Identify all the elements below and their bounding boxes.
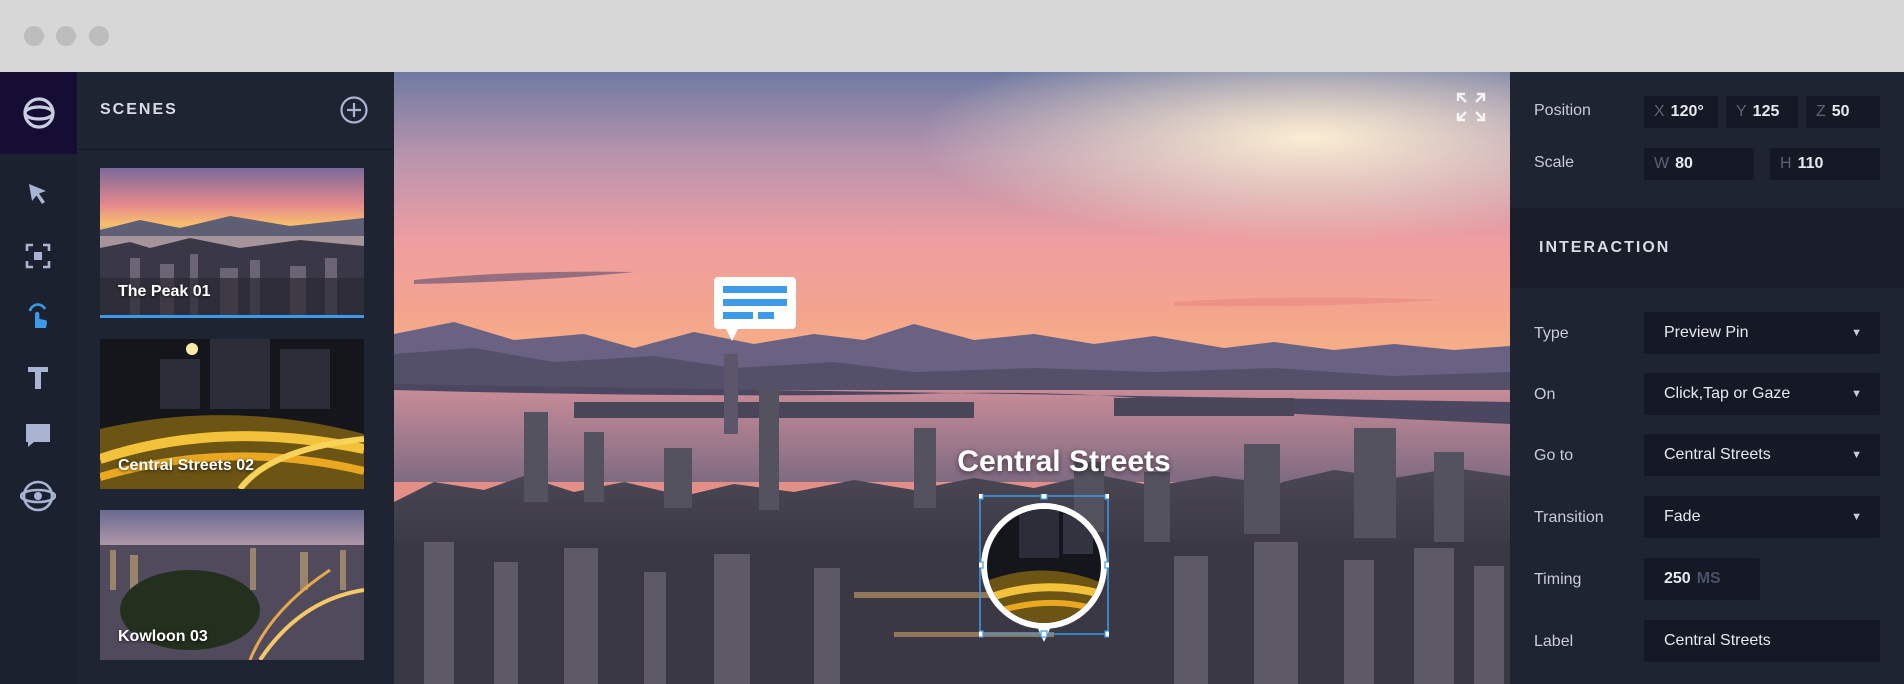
scenes-title: SCENES <box>100 101 178 118</box>
type-select[interactable]: Preview Pin ▼ <box>1644 312 1880 354</box>
window-close-dot[interactable] <box>24 26 44 46</box>
add-scene-icon[interactable] <box>339 95 369 125</box>
position-x-value: 120° <box>1670 103 1704 120</box>
hotspot-label: Central Streets <box>957 445 1171 478</box>
position-z-key: Z <box>1816 103 1826 120</box>
tool-transform[interactable] <box>18 236 58 276</box>
label-input[interactable]: Central Streets <box>1644 620 1880 662</box>
scene-viewport[interactable]: Central Streets <box>394 72 1510 684</box>
title-bar <box>0 0 1904 72</box>
chevron-down-icon: ▼ <box>1851 511 1862 523</box>
on-value: Click,Tap or Gaze <box>1664 385 1791 402</box>
on-label: On <box>1534 386 1556 403</box>
on-select[interactable]: Click,Tap or Gaze ▼ <box>1644 373 1880 415</box>
type-label: Type <box>1534 325 1569 342</box>
pointer-icon <box>29 184 46 204</box>
go-to-select[interactable]: Central Streets ▼ <box>1644 434 1880 476</box>
panorama-image <box>394 72 1510 684</box>
type-value: Preview Pin <box>1664 324 1749 341</box>
app-logo[interactable] <box>0 72 77 154</box>
scale-h-field[interactable]: H 110 <box>1770 148 1880 180</box>
tool-comment[interactable] <box>18 416 58 456</box>
position-x-key: X <box>1654 103 1665 120</box>
position-y-value: 125 <box>1752 103 1780 120</box>
scene-label: Central Streets 02 <box>118 457 255 474</box>
position-x-field[interactable]: X 120° <box>1644 96 1718 128</box>
fullscreen-icon[interactable] <box>1456 92 1486 122</box>
go-to-label: Go to <box>1534 447 1574 464</box>
hotspot-tap-icon <box>28 303 48 328</box>
scale-h-key: H <box>1780 155 1792 172</box>
position-y-key: Y <box>1736 103 1747 120</box>
label-value: Central Streets <box>1664 632 1771 649</box>
scenes-panel: SCENES The Peak 01 Central Streets 02 Ko… <box>77 72 394 684</box>
transform-icon <box>25 243 51 269</box>
text-icon <box>28 367 48 389</box>
timing-unit: MS <box>1696 570 1721 587</box>
label-label: Label <box>1534 633 1574 650</box>
window-zoom-dot[interactable] <box>89 26 109 46</box>
timing-value: 250 <box>1664 570 1691 587</box>
scale-h-value: 110 <box>1797 155 1824 172</box>
chevron-down-icon: ▼ <box>1851 327 1862 339</box>
tool-hotspot[interactable] <box>18 296 58 336</box>
comment-hotspot-icon[interactable] <box>714 277 796 349</box>
scene-thumbnail-the-peak[interactable]: The Peak 01 <box>100 168 364 318</box>
timing-label: Timing <box>1534 571 1582 588</box>
position-y-field[interactable]: Y 125 <box>1726 96 1798 128</box>
scale-w-key: W <box>1654 155 1670 172</box>
scale-w-field[interactable]: W 80 <box>1644 148 1754 180</box>
properties-panel: Position X 120° Y 125 Z 50 Scale W 80 H 110 I… <box>1510 72 1904 684</box>
scale-w-value: 80 <box>1675 155 1693 172</box>
chevron-down-icon: ▼ <box>1851 449 1862 461</box>
transition-label: Transition <box>1534 509 1604 526</box>
go-to-value: Central Streets <box>1664 446 1771 463</box>
position-label: Position <box>1534 102 1591 119</box>
scene-thumbnail-central-streets[interactable]: Central Streets 02 <box>100 339 364 489</box>
window-minimize-dot[interactable] <box>56 26 76 46</box>
scale-label: Scale <box>1534 154 1575 171</box>
interaction-title: INTERACTION <box>1539 239 1671 256</box>
orbit-icon <box>20 480 56 512</box>
transition-select[interactable]: Fade ▼ <box>1644 496 1880 538</box>
scenes-header: SCENES <box>77 72 394 150</box>
position-z-value: 50 <box>1831 103 1850 120</box>
tool-text[interactable] <box>18 358 58 398</box>
scene-thumbnail-kowloon[interactable]: Kowloon 03 <box>100 510 364 660</box>
timing-field[interactable]: 250 MS <box>1644 558 1760 600</box>
comment-icon <box>26 424 50 447</box>
scene-label: Kowloon 03 <box>118 628 208 645</box>
app-window: SCENES The Peak 01 Central Streets 02 Ko… <box>0 0 1904 684</box>
tool-orbit[interactable] <box>18 476 58 516</box>
preview-pin-hotspot[interactable] <box>979 494 1109 644</box>
chevron-down-icon: ▼ <box>1851 388 1862 400</box>
tool-rail <box>0 72 77 684</box>
transition-value: Fade <box>1664 508 1701 525</box>
interaction-section-header: INTERACTION <box>1510 208 1904 288</box>
logo-icon <box>22 97 55 129</box>
scene-label: The Peak 01 <box>118 283 211 300</box>
tool-select[interactable] <box>18 174 58 214</box>
position-z-field[interactable]: Z 50 <box>1806 96 1880 128</box>
